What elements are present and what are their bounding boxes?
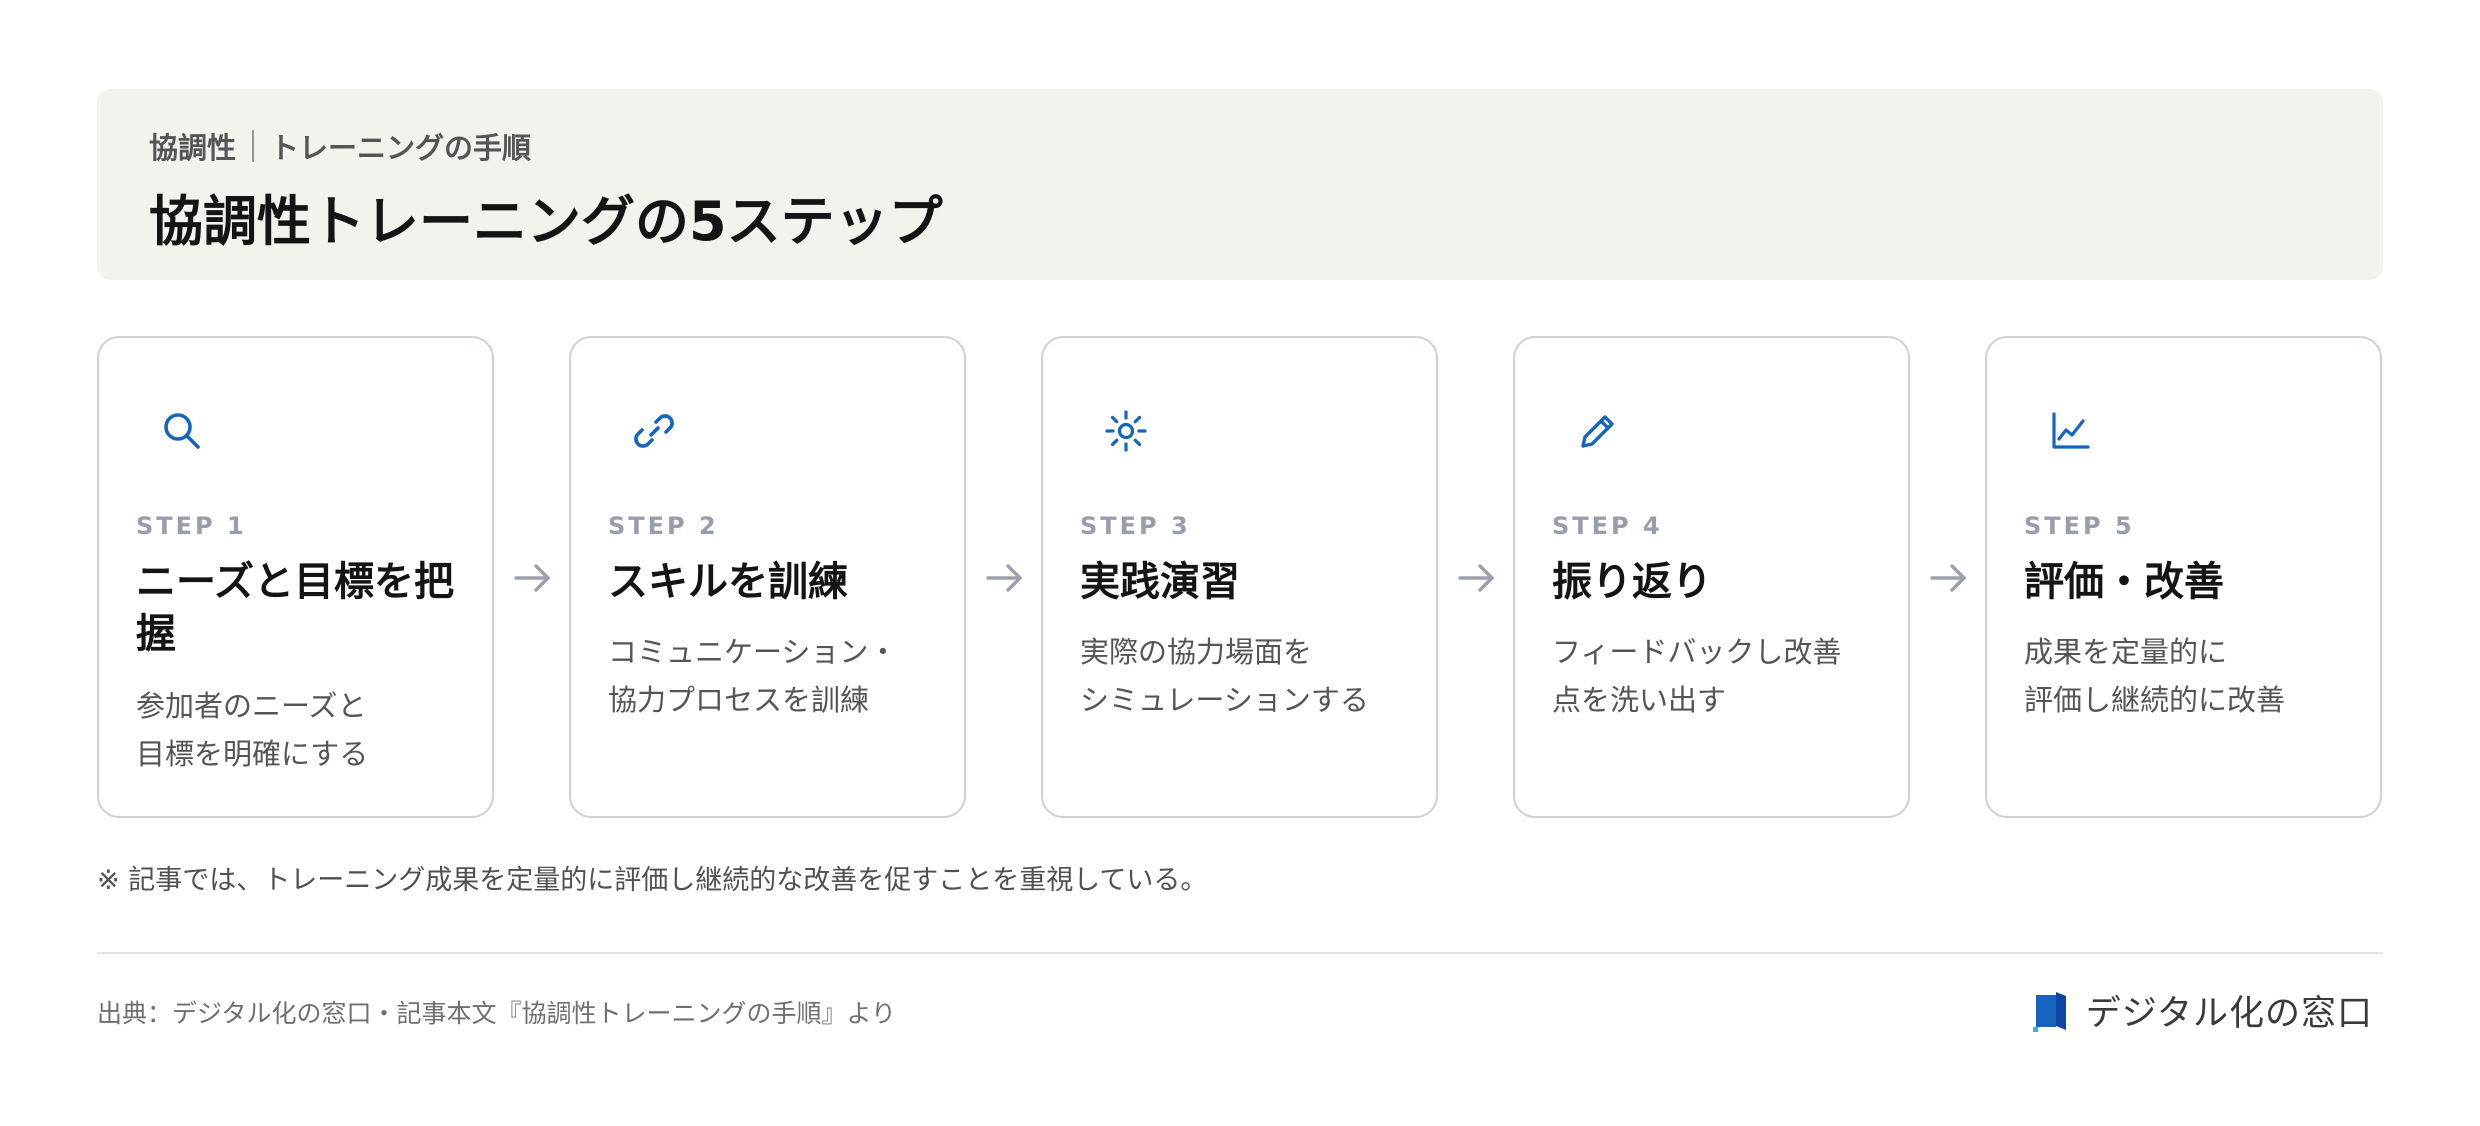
- step-description-line: 実際の協力場面を: [1080, 635, 1313, 669]
- source-credit: 出典：デジタル化の窓口・記事本文『協調性トレーニングの手順』より: [97, 999, 897, 1028]
- footnote: ※ 記事では、トレーニング成果を定量的に評価し継続的な改善を促すことを重視してい…: [97, 865, 1208, 896]
- step-card-4: STEP 4 振り返り フィードバックし改善 点を洗い出す: [1513, 336, 1910, 818]
- step-card-5: STEP 5 評価・改善 成果を定量的に 評価し継続的に改善: [1985, 336, 2382, 818]
- breadcrumb-page: トレーニングの手順: [270, 131, 532, 165]
- step-description-line: フィードバックし改善: [1552, 635, 1842, 669]
- step-description-line: 参加者のニーズと: [136, 689, 367, 723]
- step-description-line: 評価し継続的に改善: [2024, 683, 2286, 717]
- link-icon: [631, 408, 677, 454]
- step-description-line: 目標を明確にする: [136, 737, 369, 771]
- step-description: コミュニケーション・ 協力プロセスを訓練: [608, 628, 948, 724]
- brand-logo-icon: [2032, 988, 2072, 1034]
- step-description-line: 点を洗い出す: [1552, 683, 1727, 717]
- breadcrumb: 協調性 トレーニングの手順: [149, 125, 531, 167]
- search-icon: [159, 408, 205, 454]
- step-card-3: STEP 3 実践演習 実際の協力場面を シミュレーションする: [1041, 336, 1438, 818]
- step-label: STEP 4: [1552, 512, 1663, 540]
- step-title: 実践演習: [1080, 559, 1240, 605]
- step-description: 実際の協力場面を シミュレーションする: [1080, 628, 1420, 724]
- step-label: STEP 5: [2024, 512, 2135, 540]
- header-band: 協調性 トレーニングの手順 協調性トレーニングの5ステップ: [97, 89, 2383, 280]
- chart-icon: [2047, 408, 2093, 454]
- sun-icon: [1103, 408, 1149, 454]
- step-description-line: コミュニケーション・: [608, 635, 898, 669]
- step-card-1: STEP 1 ニーズと目標を把握 参加者のニーズと 目標を明確にする: [97, 336, 494, 818]
- step-label: STEP 2: [608, 512, 719, 540]
- step-description-line: 協力プロセスを訓練: [608, 683, 870, 717]
- step-description-line: シミュレーションする: [1080, 683, 1369, 717]
- step-flow: STEP 1 ニーズと目標を把握 参加者のニーズと 目標を明確にする STEP …: [97, 336, 2383, 820]
- step-description-line: 成果を定量的に: [2024, 635, 2228, 669]
- page-title: 協調性トレーニングの5ステップ: [149, 190, 943, 253]
- step-title: 評価・改善: [2024, 559, 2224, 605]
- step-title: ニーズと目標を把握: [136, 559, 454, 657]
- arrow-right-icon: [1928, 558, 1970, 598]
- step-label: STEP 3: [1080, 512, 1191, 540]
- step-description: 成果を定量的に 評価し継続的に改善: [2024, 628, 2364, 724]
- arrow-right-icon: [512, 558, 554, 598]
- step-label: STEP 1: [136, 512, 247, 540]
- brand-name: デジタル化の窓口: [2085, 994, 2373, 1034]
- brand: デジタル化の窓口: [2032, 985, 2373, 1036]
- breadcrumb-category: 協調性: [149, 131, 237, 165]
- divider: [97, 952, 2383, 954]
- arrow-right-icon: [1456, 558, 1498, 598]
- step-description: フィードバックし改善 点を洗い出す: [1552, 628, 1892, 724]
- step-description: 参加者のニーズと 目標を明確にする: [136, 682, 476, 778]
- arrow-right-icon: [984, 558, 1026, 598]
- step-card-2: STEP 2 スキルを訓練 コミュニケーション・ 協力プロセスを訓練: [569, 336, 966, 818]
- step-title: スキルを訓練: [608, 559, 848, 605]
- step-title: 振り返り: [1552, 559, 1712, 605]
- pencil-icon: [1575, 408, 1621, 454]
- breadcrumb-separator: [252, 130, 255, 162]
